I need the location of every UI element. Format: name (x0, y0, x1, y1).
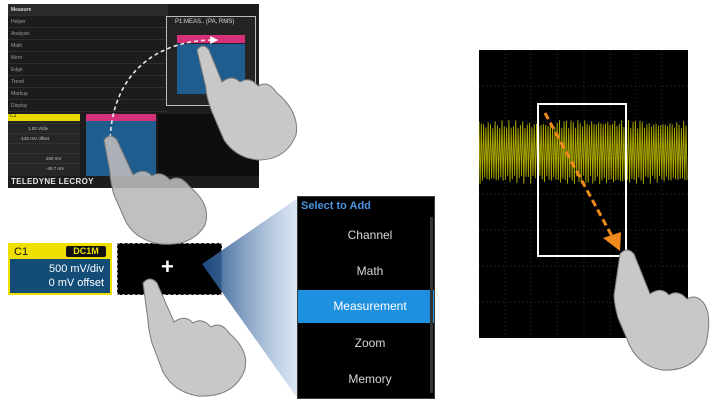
drag-direction-arrow (543, 112, 615, 239)
pointing-hand-icon (613, 249, 710, 371)
pointing-hand-icon (103, 135, 208, 245)
gesture-overlay (103, 36, 710, 397)
arrowhead-icon (603, 232, 621, 251)
pointing-hand-icon (196, 45, 298, 161)
pointing-hand-icon (142, 278, 247, 397)
